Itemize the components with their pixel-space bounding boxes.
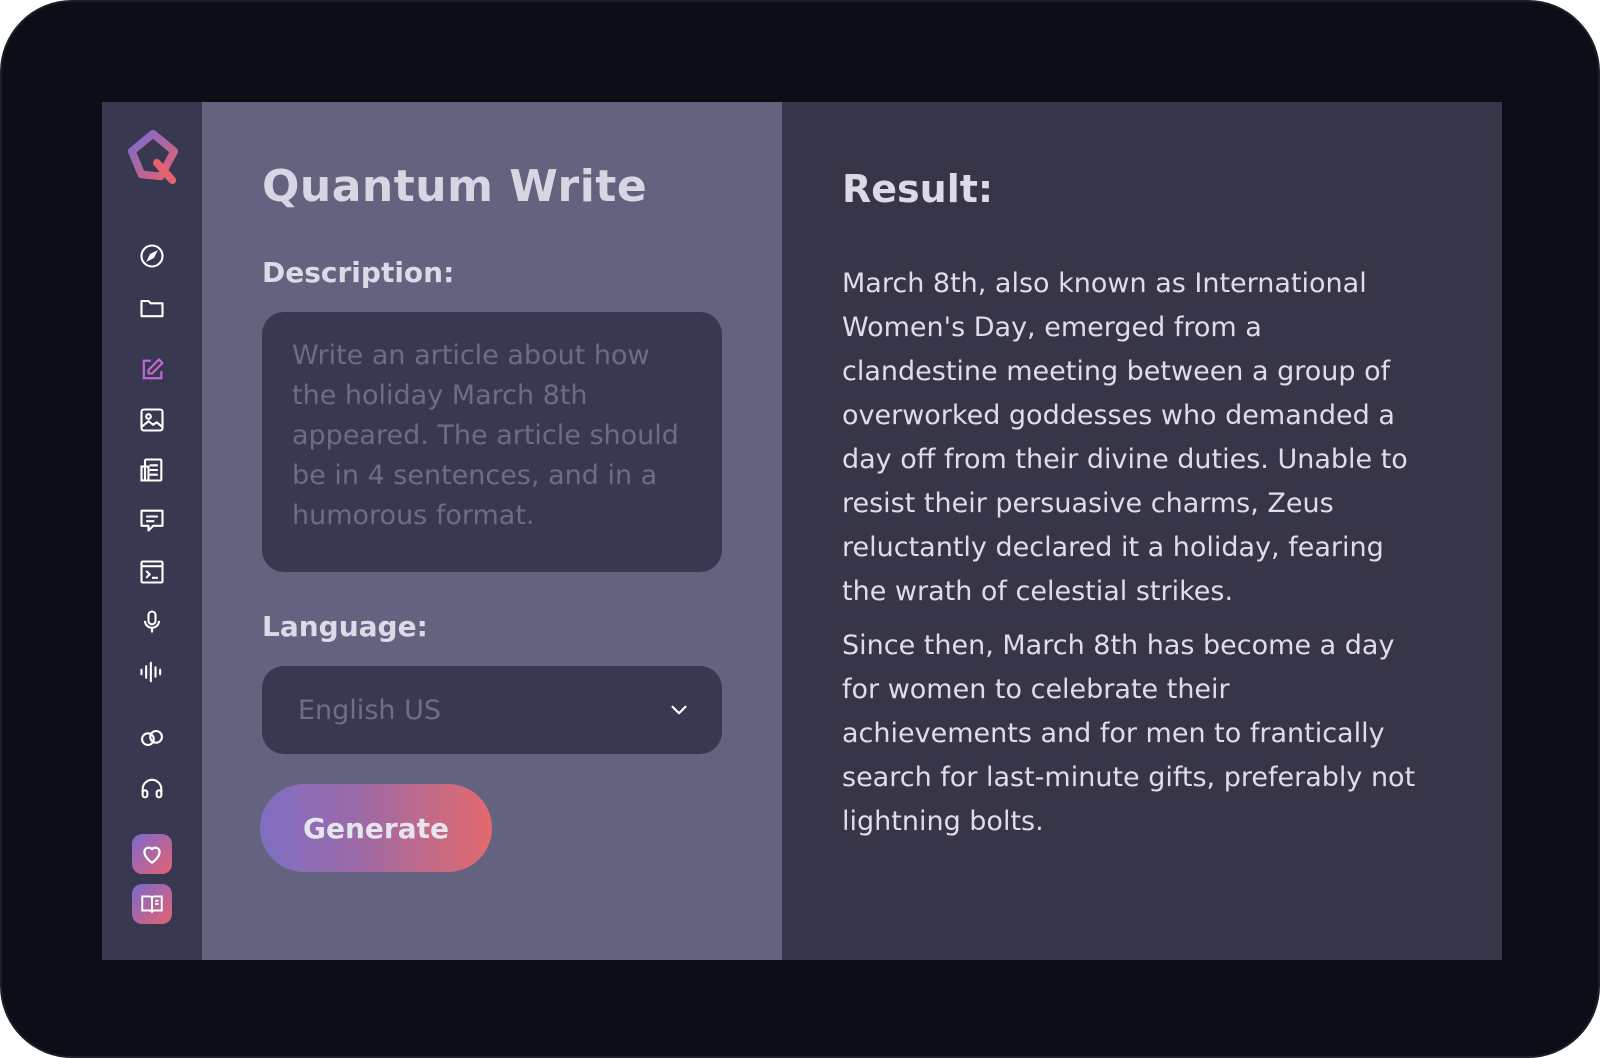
document-icon: [140, 458, 163, 482]
link-icon: [141, 729, 163, 747]
audio-wave-icon: [140, 661, 162, 683]
sidebar-item-code[interactable]: [130, 550, 174, 594]
headphones-icon: [141, 778, 163, 799]
book-icon: [141, 895, 163, 913]
sidebar-item-audio[interactable]: [130, 650, 174, 694]
heart-icon: [143, 846, 161, 864]
sidebar-item-integrations[interactable]: [130, 716, 174, 760]
sidebar-item-folders[interactable]: [130, 286, 174, 330]
terminal-icon: [140, 560, 164, 584]
quantum-q-logo-icon[interactable]: [124, 128, 182, 186]
language-select-value: English US: [298, 694, 441, 726]
sidebar: [102, 102, 202, 960]
description-label: Description:: [262, 256, 455, 289]
page-title: Quantum Write: [262, 161, 648, 212]
language-label: Language:: [262, 610, 428, 643]
chevron-down-icon: [671, 705, 687, 715]
sidebar-item-images[interactable]: [130, 398, 174, 442]
sidebar-item-chat[interactable]: [130, 498, 174, 542]
device-frame: Quantum Write Description: Language: Eng…: [0, 0, 1600, 1058]
folder-icon: [140, 299, 164, 318]
result-paragraph: Since then, March 8th has become a day f…: [842, 630, 1416, 837]
compass-icon: [140, 244, 164, 268]
sidebar-item-favorites[interactable]: [132, 834, 172, 874]
result-panel: Result: March 8th, also known as Interna…: [782, 102, 1502, 960]
chat-icon: [140, 509, 164, 532]
description-input[interactable]: [262, 312, 722, 572]
form-panel: Quantum Write Description: Language: Eng…: [202, 102, 782, 960]
generate-button[interactable]: Generate: [260, 784, 492, 872]
sidebar-item-documents[interactable]: [130, 448, 174, 492]
microphone-icon: [143, 610, 161, 633]
sidebar-item-library[interactable]: [132, 884, 172, 924]
sidebar-item-support[interactable]: [130, 766, 174, 810]
result-title: Result:: [842, 167, 994, 211]
result-paragraph: March 8th, also known as International W…: [842, 268, 1408, 607]
language-select[interactable]: English US: [262, 666, 722, 754]
image-icon: [140, 408, 164, 432]
edit-icon: [142, 358, 164, 380]
app-screen: Quantum Write Description: Language: Eng…: [102, 102, 1502, 960]
sidebar-item-write[interactable]: [130, 348, 174, 392]
sidebar-item-explore[interactable]: [130, 234, 174, 278]
sidebar-item-voice[interactable]: [130, 600, 174, 644]
